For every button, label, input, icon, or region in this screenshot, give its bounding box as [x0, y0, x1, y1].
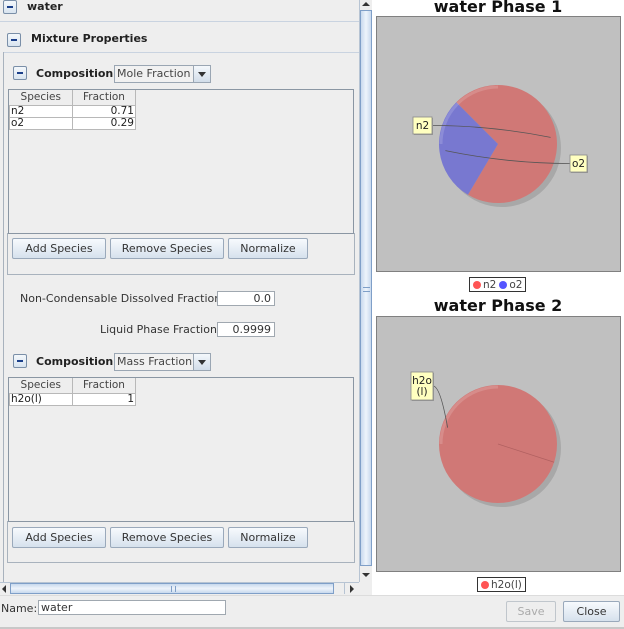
fraction-cell[interactable]: 0.71	[72, 104, 136, 118]
name-label: Name:	[1, 602, 38, 615]
composition1-label: Composition	[36, 67, 114, 80]
column-header-species[interactable]: Species	[9, 378, 73, 394]
chart2-legend: h2o(l)	[477, 577, 526, 592]
legend-dot-icon	[473, 280, 481, 289]
chart1-legend: n2 o2	[469, 277, 527, 292]
collapse-mixture-button[interactable]	[7, 33, 21, 47]
collapse-composition1-button[interactable]	[13, 66, 27, 80]
properties-panel: water Mixture Properties Composition Mol…	[0, 0, 359, 582]
label-text: (l)	[416, 386, 427, 398]
composition1-table-area: Species Fraction n2 0.71 o2 0.29	[8, 89, 354, 234]
save-button[interactable]: Save	[506, 601, 556, 622]
scroll-down-arrow-icon[interactable]	[360, 569, 372, 581]
fraction-cell[interactable]: 0.29	[72, 116, 136, 130]
column-header-fraction[interactable]: Fraction	[72, 90, 136, 106]
legend-item-n2: n2	[473, 279, 496, 291]
column-header-species[interactable]: Species	[9, 90, 73, 106]
scroll-right-arrow-icon[interactable]	[344, 583, 358, 594]
non-condensable-input[interactable]: 0.0	[217, 291, 275, 306]
composition1-basis-value: Mole Fraction	[117, 67, 191, 80]
composition1-box	[7, 233, 355, 275]
composition1-table: Species Fraction n2 0.71 o2 0.29	[9, 90, 136, 130]
species-cell[interactable]: h2o(l)	[9, 392, 73, 406]
divider	[0, 21, 359, 22]
legend-label: n2	[483, 278, 497, 291]
chevron-down-icon[interactable]	[193, 354, 210, 370]
mixture-properties-title: Mixture Properties	[31, 32, 148, 45]
table-row[interactable]: n2 0.71	[9, 104, 136, 118]
species-cell[interactable]: o2	[9, 116, 73, 130]
chart2-pie: h2o(l)	[376, 316, 621, 572]
scroll-up-arrow-icon[interactable]	[360, 0, 372, 10]
non-condensable-label: Non-Condensable Dissolved Fraction	[20, 292, 222, 305]
legend-label: h2o(l)	[491, 578, 522, 591]
liquid-phase-label: Liquid Phase Fraction	[100, 323, 217, 336]
charts-panel: water Phase 1 n2 o2 n2 o2 water Phase 2 h2…	[372, 0, 624, 595]
left-scroll-pane: water Mixture Properties Composition Mol…	[0, 0, 372, 595]
horizontal-scrollbar[interactable]	[0, 582, 359, 594]
dialog-footer: Name: water Save Close	[0, 595, 624, 629]
name-input[interactable]: water	[38, 600, 226, 615]
collapse-water-button[interactable]	[3, 0, 17, 14]
legend-label: o2	[509, 278, 523, 291]
collapse-composition2-button[interactable]	[13, 354, 27, 368]
species-cell[interactable]: n2	[9, 104, 73, 118]
composition1-basis-select[interactable]: Mole Fraction	[114, 65, 211, 83]
table-row[interactable]: h2o(l) 1	[9, 392, 136, 406]
horizontal-scroll-thumb[interactable]	[10, 583, 334, 594]
label-text: n2	[416, 120, 429, 132]
legend-item-h2ol: h2o(l)	[481, 579, 522, 591]
composition2-basis-select[interactable]: Mass Fraction	[114, 353, 211, 371]
legend-item-o2: o2	[499, 279, 522, 291]
composition2-table: Species Fraction h2o(l) 1	[9, 378, 136, 406]
chart1-pie: n2 o2	[376, 16, 621, 272]
composition2-table-area: Species Fraction h2o(l) 1	[8, 377, 354, 522]
close-button[interactable]: Close	[563, 601, 620, 622]
fraction-cell[interactable]: 1	[72, 392, 136, 406]
chevron-down-icon[interactable]	[193, 66, 210, 82]
chart2-title: water Phase 2	[433, 296, 563, 315]
composition2-label: Composition	[36, 355, 114, 368]
liquid-phase-input[interactable]: 0.9999	[217, 322, 275, 337]
vertical-scrollbar[interactable]	[359, 0, 372, 582]
chart1-title: water Phase 1	[433, 0, 563, 16]
vertical-scroll-thumb[interactable]	[360, 10, 372, 566]
column-header-fraction[interactable]: Fraction	[72, 378, 136, 394]
table-row[interactable]: o2 0.29	[9, 116, 136, 130]
legend-dot-icon	[481, 580, 489, 589]
label-text: o2	[572, 158, 585, 170]
water-title: water	[27, 0, 63, 13]
scroll-left-arrow-icon[interactable]	[0, 583, 10, 594]
legend-dot-icon	[499, 280, 508, 289]
composition2-box	[7, 521, 355, 563]
composition2-basis-value: Mass Fraction	[117, 355, 193, 368]
